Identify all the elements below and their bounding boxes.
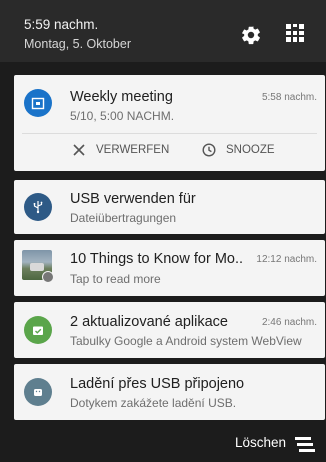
notification-title: 2 aktualizované aplikace xyxy=(70,314,228,330)
notification-card-weekly-meeting[interactable]: Weekly meeting 5:58 nachm. 5/10, 5:00 NA… xyxy=(14,75,325,171)
status-time: 5:59 nachm. xyxy=(24,17,99,32)
notification-divider xyxy=(22,133,317,134)
notification-time: 12:12 nachm. xyxy=(256,254,317,265)
usb-icon xyxy=(24,193,52,221)
app-badge-icon xyxy=(42,271,54,283)
close-icon xyxy=(73,144,85,156)
notification-title: Weekly meeting xyxy=(70,89,173,105)
snooze-label: SNOOZE xyxy=(226,144,275,156)
notification-footer: Löschen xyxy=(0,422,326,462)
notification-title: 10 Things to Know for Mo.. xyxy=(70,251,244,267)
settings-gear-icon[interactable] xyxy=(240,24,262,46)
notification-time: 5:58 nachm. xyxy=(261,92,317,103)
notification-card-usb-debugging[interactable]: Ladění přes USB připojeno Dotykem zakáže… xyxy=(14,364,325,420)
dismiss-label: VERWERFEN xyxy=(96,144,170,156)
status-bar: 5:59 nachm. Montag, 5. Oktober xyxy=(0,0,326,62)
quick-settings-grid-icon[interactable] xyxy=(284,22,306,44)
notification-card-article[interactable]: 10 Things to Know for Mo.. 12:12 nachm. … xyxy=(14,240,325,296)
notification-card-usb[interactable]: USB verwenden für Dateiübertragungen xyxy=(14,180,325,234)
notification-text: Tabulky Google a Android system WebView xyxy=(70,334,302,348)
notification-text: 5/10, 5:00 NACHM. xyxy=(70,109,175,123)
notification-text: Tap to read more xyxy=(70,272,161,286)
clear-all-button[interactable]: Löschen xyxy=(235,435,286,450)
notification-title: USB verwenden für xyxy=(70,191,196,207)
clock-icon xyxy=(202,143,216,157)
play-store-update-icon xyxy=(24,316,52,344)
dismiss-button[interactable]: VERWERFEN xyxy=(72,143,169,157)
notification-text: Dotykem zakážete ladění USB. xyxy=(70,396,237,410)
calendar-icon xyxy=(24,89,52,117)
status-date[interactable]: Montag, 5. Oktober xyxy=(24,37,131,51)
notification-text: Dateiübertragungen xyxy=(70,211,177,225)
android-debug-icon xyxy=(24,378,52,406)
snooze-button[interactable]: SNOOZE xyxy=(202,143,275,157)
notification-card-app-updates[interactable]: 2 aktualizované aplikace 2:46 nachm. Tab… xyxy=(14,302,325,358)
clear-all-icon[interactable] xyxy=(295,436,315,452)
notification-title: Ladění přes USB připojeno xyxy=(70,376,245,392)
notification-time: 2:46 nachm. xyxy=(261,317,317,328)
